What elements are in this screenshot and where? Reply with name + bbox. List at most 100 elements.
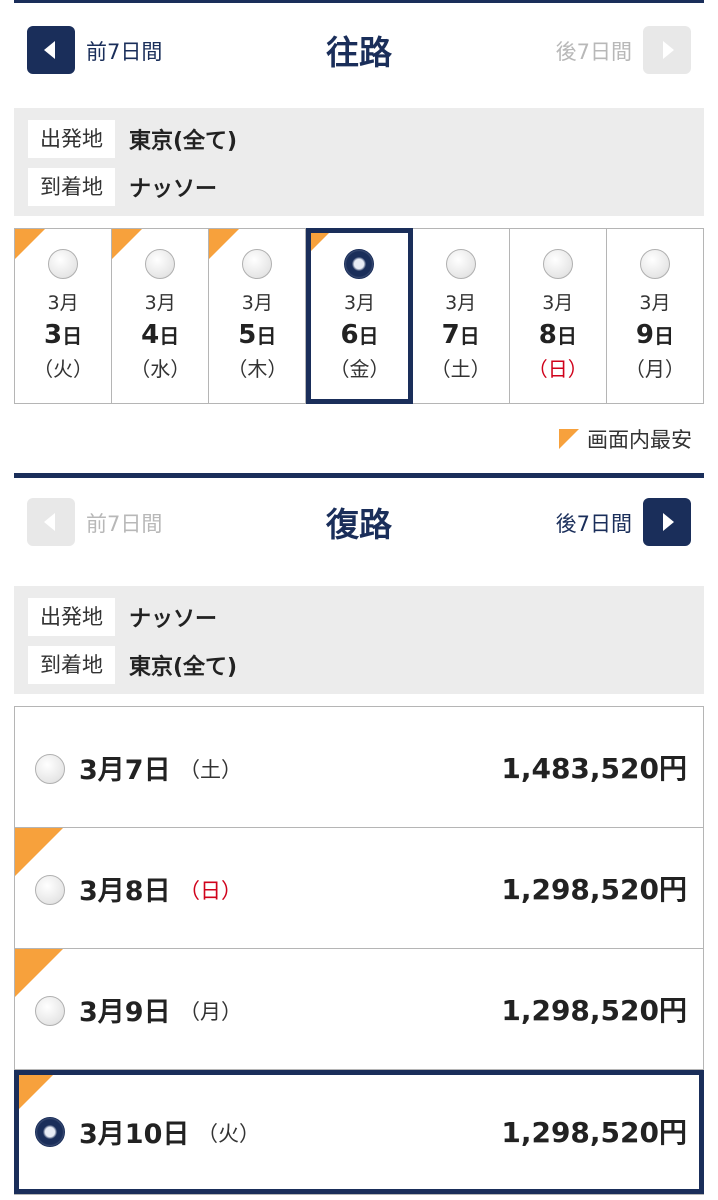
top-divider <box>14 0 704 3</box>
fare-date: 3月10日 <box>79 1119 190 1150</box>
day-unit: 日 <box>62 324 83 348</box>
cheapest-flag-icon <box>15 949 63 997</box>
fare-row[interactable]: 3月10日 （火） 1,298,520円 <box>14 1070 704 1194</box>
fare-weekday: （月） <box>179 1000 242 1024</box>
day-radio[interactable] <box>445 249 476 279</box>
day-date: 6日 <box>311 315 407 356</box>
fare-date: 3月8日 <box>79 876 171 907</box>
day-unit: 日 <box>653 324 674 348</box>
fare-price: 1,298,520円 <box>501 1116 687 1149</box>
day-unit: 日 <box>358 324 379 348</box>
cheapest-flag-icon <box>311 233 330 251</box>
outbound-day-selector: 3月 3日 （火） 3月 4日 （水） 3月 5日 （木） 3月 6日 （金） 3月 7日 （土） 3月 8日（… <box>14 228 704 404</box>
inbound-next-label[interactable]: 後7日間 <box>556 508 632 538</box>
dest-value: ナッソー <box>129 177 218 202</box>
day-radio[interactable] <box>542 249 573 279</box>
day-unit: 日 <box>159 324 180 348</box>
day-month: 3月 <box>639 292 671 314</box>
cheapest-flag-icon <box>19 1075 53 1109</box>
day-month: 3月 <box>445 292 477 314</box>
day-unit: 日 <box>256 324 277 348</box>
day-number: 3 <box>44 320 63 350</box>
origin-key: 出発地 <box>28 598 115 636</box>
cheapest-flag-icon <box>112 229 143 259</box>
day-date: 4日 <box>112 315 208 356</box>
day-number: 7 <box>441 320 460 350</box>
origin-value: 東京(全て) <box>129 129 238 154</box>
cheapest-flag-icon <box>15 828 63 876</box>
day-weekday: （土） <box>430 357 491 381</box>
inbound-prev-label: 前7日間 <box>86 512 163 536</box>
inbound-next-button[interactable] <box>643 498 691 546</box>
outbound-prev-button[interactable] <box>27 26 75 74</box>
cheapest-flag-icon <box>209 229 240 259</box>
dest-key: 到着地 <box>28 168 115 206</box>
fare-radio[interactable] <box>35 1117 65 1147</box>
day-weekday: （木） <box>227 357 288 381</box>
inbound-nav: 前7日間 復路 後7日間 <box>0 498 718 558</box>
inbound-dest-row: 到着地 東京(全て) <box>28 646 237 684</box>
outbound-prev-label[interactable]: 前7日間 <box>86 36 162 66</box>
day-radio[interactable] <box>48 249 79 279</box>
fare-price: 1,483,520円 <box>501 752 687 785</box>
legend-label: 画面内最安 <box>587 428 692 452</box>
day-radio[interactable] <box>639 249 670 279</box>
day-date: 7日 <box>413 315 509 356</box>
day-radio[interactable] <box>242 249 273 279</box>
day-weekday: （水） <box>130 357 191 381</box>
day-option[interactable]: 3月 6日 （金） <box>306 228 413 404</box>
day-option[interactable]: 3月 3日 （火） <box>15 229 113 403</box>
day-weekday: （金） <box>329 357 390 381</box>
outbound-dest-row: 到着地 ナッソー <box>28 168 217 206</box>
day-number: 4 <box>141 320 160 350</box>
day-date: 9日 <box>607 315 703 356</box>
fare-radio[interactable] <box>35 996 65 1026</box>
dest-key: 到着地 <box>28 646 115 684</box>
chevron-left-icon <box>44 41 55 59</box>
day-month: 3月 <box>47 292 79 314</box>
inbound-route-box: 出発地 ナッソー 到着地 東京(全て) <box>14 586 704 694</box>
day-unit: 日 <box>459 324 480 348</box>
chevron-right-icon <box>663 513 674 531</box>
day-option[interactable]: 3月 4日 （水） <box>112 229 210 403</box>
day-weekday: （火） <box>33 357 94 381</box>
day-option[interactable]: 3月 8日 （日） <box>510 229 607 403</box>
fare-radio[interactable] <box>35 754 65 784</box>
fare-date: 3月7日 <box>79 755 171 786</box>
inbound-origin-row: 出発地 ナッソー <box>28 598 217 636</box>
fare-price: 1,298,520円 <box>501 994 687 1027</box>
section-divider <box>14 473 704 478</box>
day-option[interactable]: 3月 9日 （月） <box>607 229 703 403</box>
day-radio[interactable] <box>145 249 176 279</box>
outbound-nav: 前7日間 往路 後7日間 <box>0 26 718 86</box>
fare-weekday: （土） <box>179 758 242 782</box>
day-month: 3月 <box>144 292 176 314</box>
inbound-prev-button <box>27 498 75 546</box>
outbound-route-box: 出発地 東京(全て) 到着地 ナッソー <box>14 108 704 216</box>
day-option[interactable]: 3月 5日 （木） <box>209 229 307 403</box>
cheapest-flag-icon <box>559 429 579 449</box>
fare-row[interactable]: 3月7日 （土） 1,483,520円 <box>15 707 703 828</box>
fare-date: 3月9日 <box>79 997 171 1028</box>
day-month: 3月 <box>542 292 574 314</box>
day-radio[interactable] <box>344 249 375 279</box>
origin-value: ナッソー <box>129 607 218 632</box>
fare-weekday: （日） <box>179 879 242 903</box>
outbound-next-label: 後7日間 <box>555 40 632 64</box>
outbound-next-button <box>643 26 691 74</box>
day-weekday: （月） <box>624 357 685 381</box>
cheapest-flag-icon <box>15 229 45 259</box>
fare-row[interactable]: 3月9日 （月） 1,298,520円 <box>15 949 703 1070</box>
chevron-left-icon <box>44 513 55 531</box>
fare-radio[interactable] <box>35 875 65 905</box>
day-number: 6 <box>340 320 359 350</box>
origin-key: 出発地 <box>28 120 115 158</box>
day-number: 5 <box>238 320 257 350</box>
fare-row[interactable]: 3月8日 （日） 1,298,520円 <box>15 828 703 949</box>
outbound-origin-row: 出発地 東京(全て) <box>28 120 237 158</box>
inbound-fare-list: 3月7日 （土） 1,483,520円 3月8日 （日） 1,298,520円 3月9日 （月… <box>14 706 704 1195</box>
day-number: 8 <box>538 320 557 350</box>
day-month: 3月 <box>241 292 273 314</box>
day-month: 3月 <box>343 292 376 314</box>
day-option[interactable]: 3月 7日 （土） <box>413 229 510 403</box>
